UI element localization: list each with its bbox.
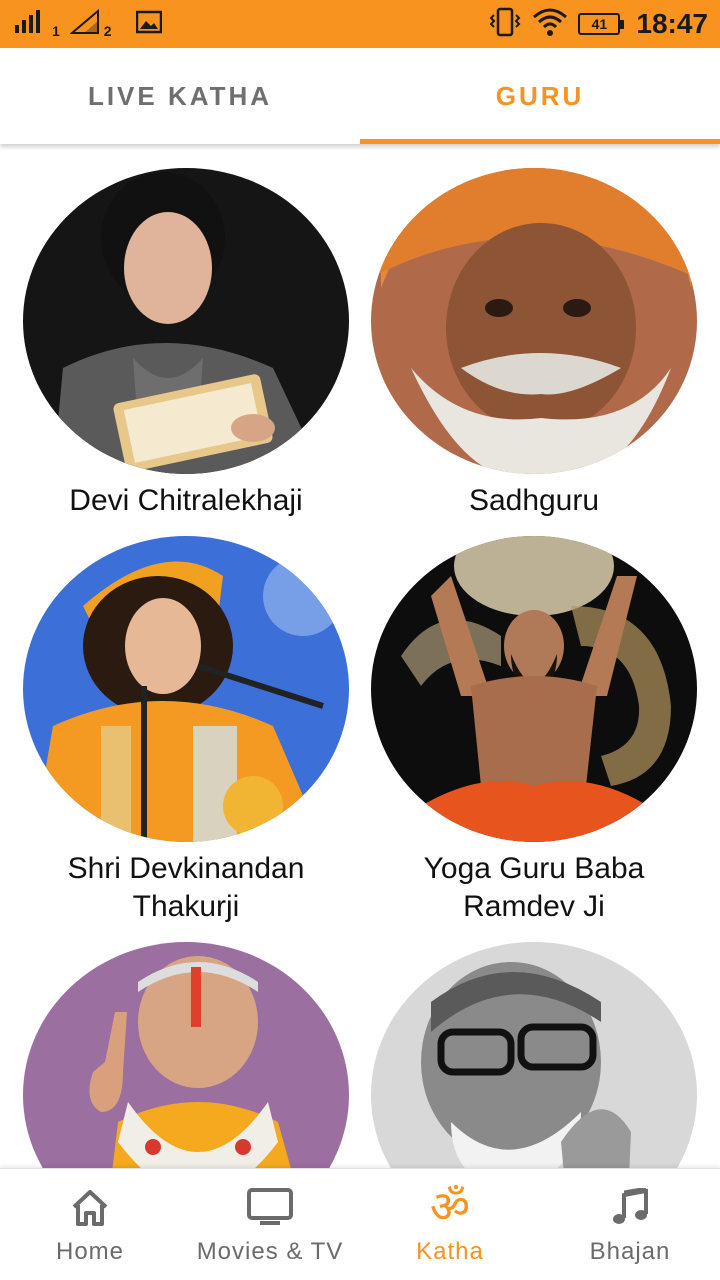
sim2-label: 2 [103,23,112,39]
guru-grid: Devi Chitralekhaji Sadhguru Shri Devkina… [0,144,720,1168]
wifi-icon [532,7,568,42]
bottom-nav: Home Movies & TV ॐ Katha Bhajan [0,1168,720,1280]
guru-card[interactable] [354,942,714,1168]
signal-empty-icon [69,8,100,40]
signal-icon [14,9,48,40]
guru-name: Shri Devkinandan Thakurji [67,852,305,923]
clock: 18:47 [636,8,708,39]
nav-label: Bhajan [589,1237,671,1265]
nav-home[interactable]: Home [0,1169,180,1280]
tab-bar: LIVE KATHA GURU [0,48,720,144]
nav-label: Home [55,1237,125,1265]
guru-portrait [371,168,697,474]
guru-portrait [23,536,349,842]
music-note-icon [610,1184,650,1232]
tv-icon [247,1184,293,1232]
status-bar: 1 2 41 18:47 [0,0,720,48]
tab-guru[interactable]: GURU [360,48,720,144]
nav-label: Movies & TV [196,1237,344,1265]
sim1-label: 1 [52,23,60,39]
guru-name: Devi Chitralekhaji [69,484,303,517]
nav-katha[interactable]: ॐ Katha [360,1169,540,1280]
guru-name: Yoga Guru Baba Ramdev Ji [423,852,645,923]
vibrate-icon [488,7,522,42]
battery-level: 41 [591,16,608,32]
image-notification-icon [135,10,162,39]
guru-portrait [23,942,349,1168]
guru-card[interactable]: Shri Devkinandan Thakurji [6,536,366,926]
guru-name: Sadhguru [468,484,600,517]
nav-label: Katha [416,1237,484,1265]
nav-movies-tv[interactable]: Movies & TV [180,1169,360,1280]
tab-label: LIVE KATHA [87,80,273,111]
om-icon: ॐ [429,1181,471,1233]
guru-portrait [371,942,697,1168]
nav-bhajan[interactable]: Bhajan [540,1169,720,1280]
guru-card[interactable]: Devi Chitralekhaji [6,168,366,520]
tab-label: GURU [495,80,585,111]
guru-portrait [23,168,349,474]
guru-card[interactable]: Yoga Guru Baba Ramdev Ji [354,536,714,926]
tab-live-katha[interactable]: LIVE KATHA [0,48,360,144]
guru-portrait [371,536,697,842]
guru-card[interactable] [6,942,366,1168]
guru-card[interactable]: Sadhguru [354,168,714,520]
battery-icon: 41 [578,13,625,35]
home-icon [70,1184,110,1232]
